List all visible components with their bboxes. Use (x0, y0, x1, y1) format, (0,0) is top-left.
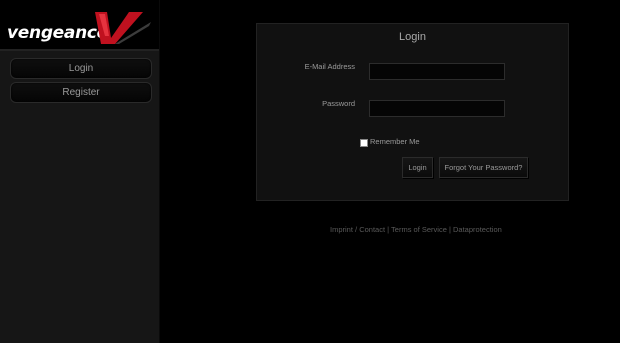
remember-me-label: Remember Me (370, 137, 420, 146)
email-field[interactable] (369, 63, 505, 80)
footer-contact-link[interactable]: Contact (359, 225, 385, 234)
logo-v-emblem-icon (95, 12, 151, 44)
sidebar: vengeance Login Register (0, 0, 160, 343)
footer-terms-link[interactable]: Terms of Service (391, 225, 447, 234)
email-label: E-Mail Address (304, 62, 355, 71)
panel-title: Login (399, 31, 426, 43)
nav-register-button[interactable]: Register (10, 82, 152, 103)
footer-imprint-link[interactable]: Imprint (330, 225, 353, 234)
remember-me-checkbox[interactable] (360, 139, 368, 147)
nav-login-button[interactable]: Login (10, 58, 152, 79)
login-button[interactable]: Login (402, 157, 433, 178)
forgot-password-button[interactable]: Forgot Your Password? (439, 157, 528, 178)
password-field[interactable] (369, 100, 505, 117)
brand-logo[interactable]: vengeance (0, 0, 159, 50)
logo-divider (0, 49, 159, 51)
login-panel: Login E-Mail Address Password Remember M… (256, 23, 569, 201)
footer-dataprotection-link[interactable]: Dataprotection (453, 225, 502, 234)
password-label: Password (322, 99, 355, 108)
footer-links: Imprint / Contact | Terms of Service | D… (330, 225, 502, 234)
